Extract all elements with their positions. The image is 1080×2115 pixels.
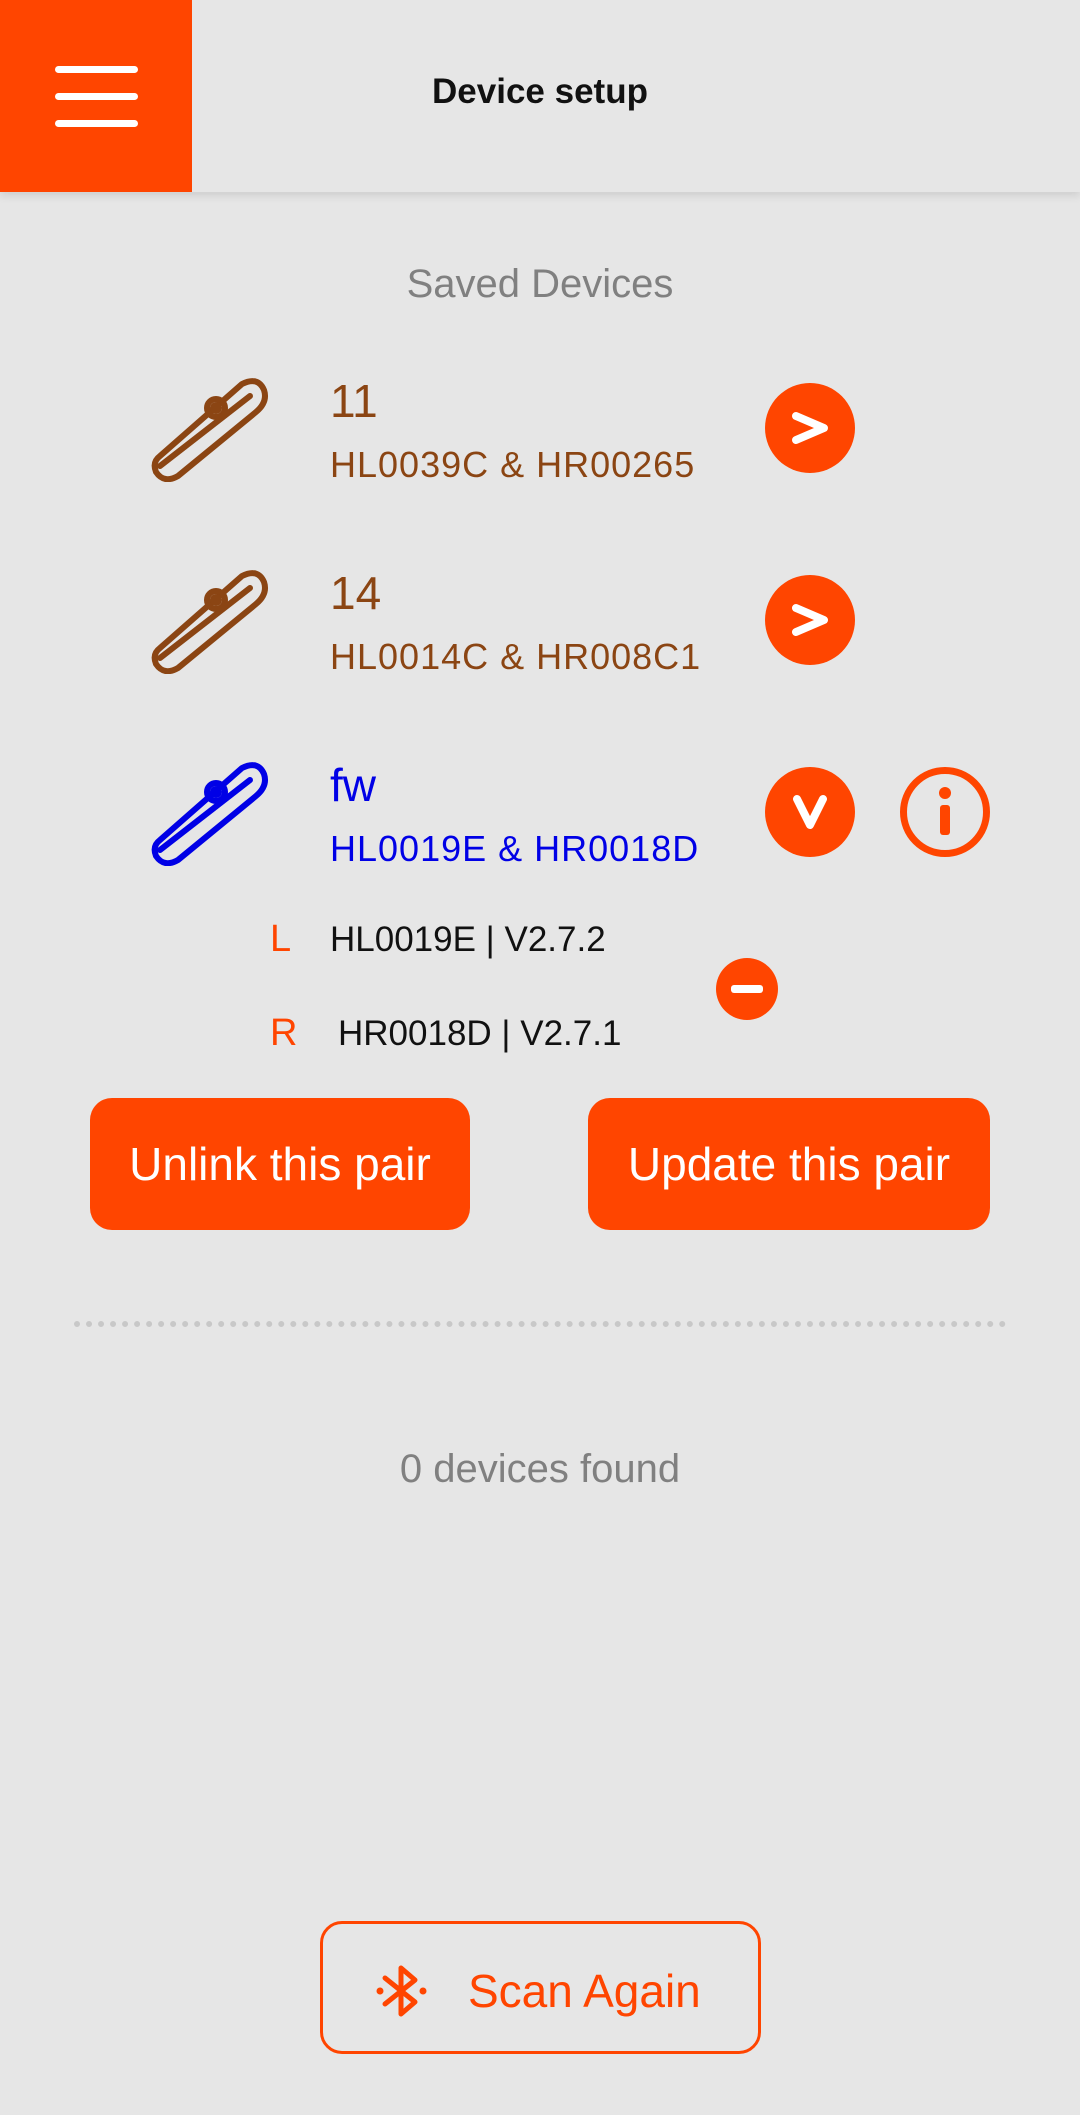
update-pair-button[interactable]: Update this pair (588, 1098, 990, 1230)
bluetooth-icon (376, 1965, 427, 2017)
earbud-device-icon (151, 570, 268, 674)
app-header: Device setup (0, 0, 1080, 192)
collapse-device-button[interactable] (765, 767, 855, 857)
right-side-label: R (270, 1012, 298, 1054)
chevron-down-icon (793, 795, 827, 829)
device-ids: HL0014C & HR008C1 (330, 636, 702, 677)
earbud-device-icon (151, 762, 268, 866)
device-name: fw (330, 759, 376, 811)
page-title: Device setup (432, 72, 648, 111)
right-earbud-info: HR0018D | V2.7.1 (338, 1014, 622, 1053)
info-icon (939, 787, 951, 835)
chevron-right-icon (792, 604, 828, 636)
device-ids: HL0019E & HR0018D (330, 828, 700, 869)
device-name: 14 (330, 567, 382, 619)
saved-devices-heading: Saved Devices (406, 262, 674, 306)
open-device-button[interactable] (765, 383, 855, 473)
menu-button[interactable] (0, 0, 192, 192)
device-info-button[interactable] (900, 767, 990, 857)
scan-again-label: Scan Again (468, 1965, 701, 2017)
earbud-device-icon (151, 378, 268, 482)
device-name: 11 (330, 375, 378, 427)
left-side-label: L (270, 918, 292, 960)
device-ids: HL0039C & HR00265 (330, 444, 696, 485)
scan-again-button[interactable]: Scan Again (320, 1921, 761, 2054)
left-earbud-info: HL0019E | V2.7.2 (330, 920, 606, 959)
unlink-pair-button[interactable]: Unlink this pair (90, 1098, 470, 1230)
remove-earbud-button[interactable] (716, 958, 778, 1020)
section-divider (74, 1321, 1006, 1327)
chevron-right-icon (792, 412, 828, 444)
open-device-button[interactable] (765, 575, 855, 665)
devices-found-count: 0 devices found (399, 1447, 681, 1491)
